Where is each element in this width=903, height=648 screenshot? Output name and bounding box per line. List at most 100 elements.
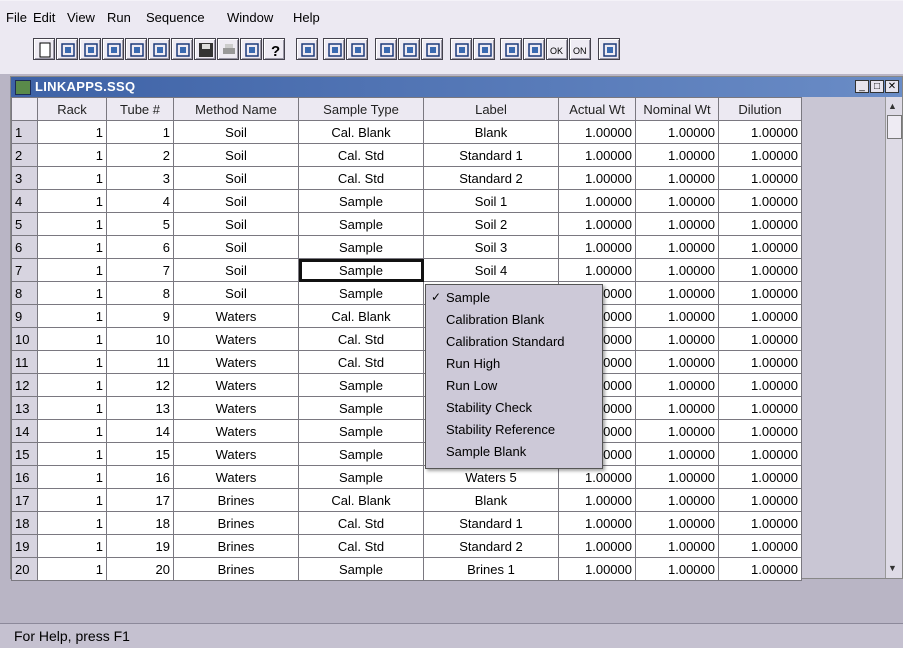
open-button[interactable] [56,38,78,60]
table-cell[interactable]: Soil 2 [423,212,559,236]
table-cell[interactable]: Cal. Std [298,327,424,351]
column-header[interactable] [11,97,38,121]
table-cell[interactable]: Sample [298,557,424,581]
report-button[interactable] [473,38,495,60]
table-cell[interactable]: 1.00000 [718,442,802,466]
menu-window[interactable]: Window [227,10,273,25]
table-cell[interactable]: 1.00000 [718,511,802,535]
table-row[interactable]: 1 1 1 Soil Cal. Blank Blank 1.00000 1.00000 1.00… [11,120,802,144]
column-header[interactable]: Rack [37,97,107,121]
table-row[interactable]: 4 1 4 Soil Sample Soil 1 1.00000 1.00000 1.00000 [11,189,802,213]
table-cell[interactable]: 1.00000 [718,120,802,144]
table-cell[interactable]: 1.00000 [635,557,719,581]
calibrate-button[interactable] [375,38,397,60]
edit-seq-button[interactable] [125,38,147,60]
table-cell[interactable]: 1.00000 [718,373,802,397]
column-header[interactable]: Dilution [718,97,802,121]
table-cell[interactable]: 1 [37,534,107,558]
table-row[interactable]: 17 1 17 Brines Cal. Blank Blank 1.00000 1.00000… [11,488,802,512]
open-lib-button[interactable] [79,38,101,60]
table-cell[interactable]: 1 [37,396,107,420]
table-cell[interactable]: Sample [298,396,424,420]
table-cell[interactable]: 19 [106,534,174,558]
run-seq-button[interactable] [148,38,170,60]
table-cell[interactable]: 1.00000 [635,534,719,558]
table-cell[interactable]: Soil 1 [423,189,559,213]
menu-item-calibration-blank[interactable]: Calibration Blank [446,312,544,327]
table-cell[interactable]: Soil [173,258,299,282]
table-row[interactable]: 9 1 9 Waters Cal. Blank 0000 1.00000 1.00000 [11,304,802,328]
table-cell[interactable]: Waters [173,465,299,489]
table-cell[interactable]: 1.00000 [635,120,719,144]
table-cell[interactable]: Soil [173,281,299,305]
table-cell[interactable]: Sample [298,442,424,466]
table-cell[interactable]: 1.00000 [718,189,802,213]
table-cell[interactable]: 1.00000 [558,212,636,236]
table-cell[interactable]: 1.00000 [718,396,802,420]
table-cell[interactable]: 11 [106,350,174,374]
menu-item-sample[interactable]: Sample [446,290,490,305]
table-cell[interactable]: Soil [173,189,299,213]
table-cell[interactable]: 1 [37,281,107,305]
table-row[interactable]: 8 1 8 Soil Sample 0000 1.00000 1.00000 [11,281,802,305]
table-cell[interactable]: Cal. Blank [298,488,424,512]
table-cell[interactable]: 12 [106,373,174,397]
table-row[interactable]: 12 1 12 Waters Sample 0000 1.00000 1.00000 [11,373,802,397]
table-cell[interactable]: Waters [173,350,299,374]
table-cell[interactable]: 1.00000 [635,166,719,190]
table-cell[interactable]: 20 [106,557,174,581]
table-cell[interactable]: 1.00000 [635,258,719,282]
table-cell[interactable]: Soil 3 [423,235,559,259]
table-cell[interactable]: Brines [173,557,299,581]
menu-item-calibration-standard[interactable]: Calibration Standard [446,334,565,349]
column-header[interactable]: Sample Type [298,97,424,121]
table-cell[interactable]: Standard 1 [423,143,559,167]
table-cell[interactable]: Sample [298,373,424,397]
table-cell[interactable]: 1.00000 [635,189,719,213]
menu-edit[interactable]: Edit [33,10,55,25]
menu-run[interactable]: Run [107,10,131,25]
column-header[interactable]: Method Name [173,97,299,121]
beep-low-button[interactable] [500,38,522,60]
table-cell[interactable]: 1.00000 [718,465,802,489]
table-row[interactable]: 10 1 10 Waters Cal. Std 0000 1.00000 1.00000 [11,327,802,351]
table-row[interactable]: 18 1 18 Brines Cal. Std Standard 1 1.00000 1.00… [11,511,802,535]
table-cell[interactable]: 8 [106,281,174,305]
column-header[interactable]: Nominal Wt [635,97,719,121]
table-cell[interactable]: 18 [106,511,174,535]
on-button[interactable]: ON [569,38,591,60]
table-cell[interactable]: Standard 2 [423,166,559,190]
table-cell[interactable]: Brines [173,534,299,558]
table-row[interactable]: 20 1 20 Brines Sample Brines 1 1.00000 1.00000 1… [11,557,802,581]
table-cell[interactable]: Sample [298,212,424,236]
lamp-button[interactable] [323,38,345,60]
table-row[interactable]: 16 1 16 Waters Sample Waters 5 1.00000 1.00000 1… [11,465,802,489]
table-cell[interactable]: 1.00000 [718,166,802,190]
table-row[interactable]: 11 1 11 Waters Cal. Std 0000 1.00000 1.00000 [11,350,802,374]
table-cell[interactable]: Waters [173,442,299,466]
table-cell[interactable]: 1 [37,120,107,144]
table-cell[interactable]: 1 [37,327,107,351]
table-cell[interactable]: 1 [106,120,174,144]
table-cell[interactable]: 1.00000 [718,258,802,282]
table-cell[interactable]: 1.00000 [635,373,719,397]
table-cell[interactable]: 1.00000 [718,419,802,443]
print-button[interactable] [217,38,239,60]
save-button[interactable] [194,38,216,60]
table-cell[interactable]: 1 [37,212,107,236]
table-cell[interactable]: 1.00000 [635,442,719,466]
menu-sequence[interactable]: Sequence [146,10,205,25]
table-row[interactable]: 19 1 19 Brines Cal. Std Standard 2 1.00000 1.00… [11,534,802,558]
table-cell[interactable]: 1.00000 [558,258,636,282]
table-cell[interactable]: 1.00000 [718,534,802,558]
table-cell[interactable]: 1.00000 [635,465,719,489]
table-cell[interactable]: 1 [37,465,107,489]
table-cell[interactable]: Standard 1 [423,511,559,535]
table-cell[interactable]: 1.00000 [718,488,802,512]
table-cell[interactable]: Soil [173,120,299,144]
table-cell[interactable]: 1 [37,189,107,213]
table-cell[interactable]: 1.00000 [558,166,636,190]
results-button[interactable] [450,38,472,60]
table-cell[interactable]: 1.00000 [635,488,719,512]
table-row[interactable]: 7 1 7 Soil Sample Soil 4 1.00000 1.00000 1.00000 [11,258,802,282]
